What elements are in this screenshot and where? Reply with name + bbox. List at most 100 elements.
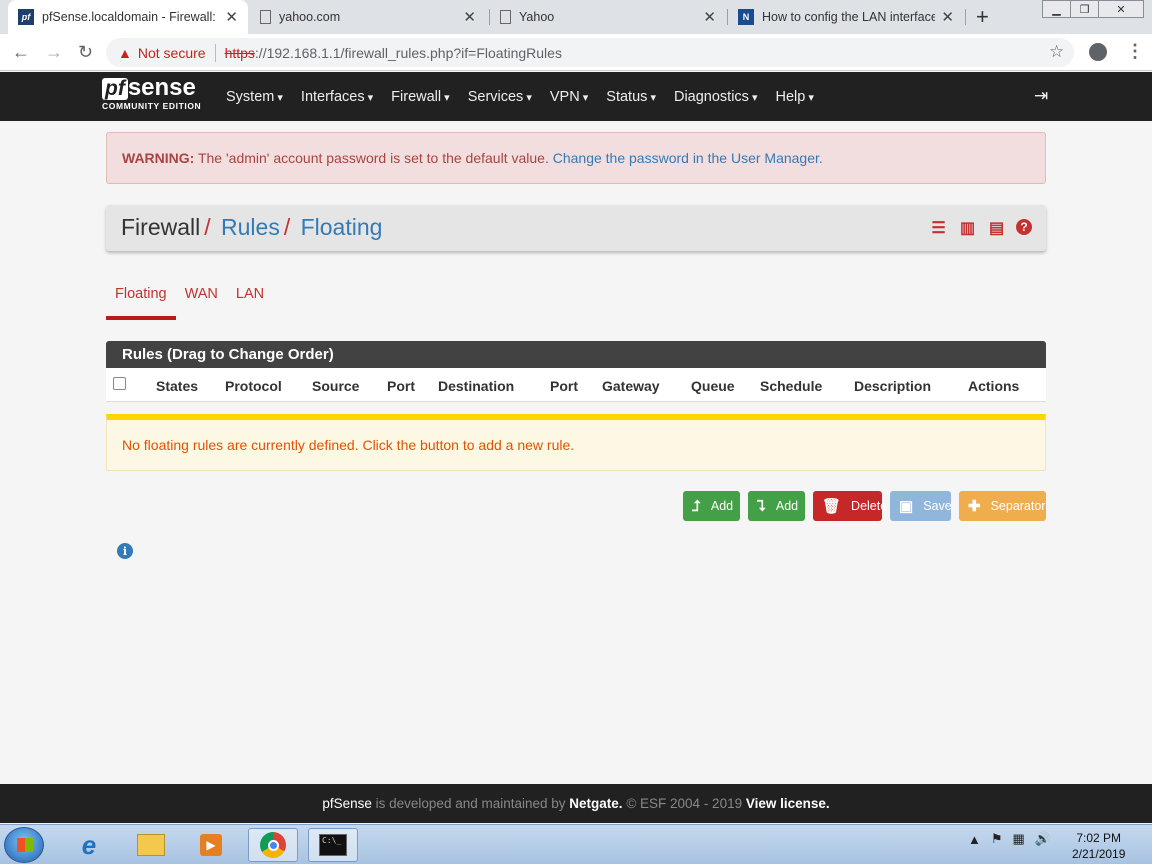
show-hidden-icons-icon[interactable]: ▲	[968, 832, 981, 847]
col-schedule: Schedule	[760, 378, 823, 394]
volume-icon[interactable]: 🔊	[1035, 831, 1051, 847]
add-rule-bottom-button[interactable]: ⮧ Add	[748, 491, 805, 521]
col-destination: Destination	[438, 378, 515, 394]
browser-tab-yahoo-com[interactable]: yahoo.com ✕	[250, 0, 486, 34]
menu-interfaces[interactable]: Interfaces	[301, 89, 373, 105]
forward-arrow-icon[interactable]: →	[45, 42, 63, 63]
browser-tab-lan-howto[interactable]: N How to config the LAN interface ✕	[728, 0, 964, 34]
view-license-link[interactable]: View license.	[746, 796, 830, 811]
log-list-icon[interactable]: ▤	[987, 218, 1006, 237]
footer-text: is developed and maintained by	[375, 796, 566, 811]
browser-toolbar: ← → ↻ ▲ Not secure https ://192.168.1.1/…	[0, 34, 1152, 71]
footer-company-link[interactable]: Netgate.	[569, 796, 622, 811]
system-tray: ▲ ⚑ ▦ 🔊	[968, 831, 1051, 847]
close-window-icon[interactable]: ✕	[1098, 0, 1144, 18]
profile-avatar-icon[interactable]	[1089, 43, 1107, 61]
command-prompt-icon[interactable]: C:\_	[308, 828, 358, 862]
tab-lan[interactable]: LAN	[227, 282, 273, 320]
col-gateway: Gateway	[602, 378, 660, 394]
floppy-disk-icon: ▣	[899, 498, 914, 515]
logout-icon[interactable]: ⇥	[1034, 86, 1048, 106]
windows-taskbar: e ▶ C:\_ ▲ ⚑ ▦ 🔊 7:02 PM 2/21/2019	[0, 824, 1152, 864]
rules-panel: Rules (Drag to Change Order) States Prot…	[106, 341, 1046, 402]
chrome-icon[interactable]	[248, 828, 298, 862]
footer-product[interactable]: pfSense	[322, 796, 372, 811]
security-label[interactable]: Not secure	[138, 45, 206, 61]
button-label: Separator	[990, 499, 1046, 513]
col-protocol: Protocol	[225, 378, 282, 394]
clock-date: 2/21/2019	[1072, 847, 1126, 861]
logo-edition: COMMUNITY EDITION	[102, 101, 202, 111]
rules-table-header: States Protocol Source Port Destination …	[106, 368, 1046, 402]
minimize-icon[interactable]: ▁	[1042, 0, 1071, 18]
menu-diagnostics[interactable]: Diagnostics	[674, 89, 758, 105]
close-tab-icon[interactable]: ✕	[225, 8, 238, 26]
warning-label: WARNING:	[122, 150, 195, 166]
col-description: Description	[854, 378, 932, 394]
info-icon[interactable]: i	[117, 543, 133, 559]
page-header: Firewall / Rules / Floating ☰ ▥ ▤ ?	[106, 205, 1046, 251]
warning-triangle-icon[interactable]: ▲	[118, 45, 132, 61]
save-button[interactable]: ▣ Save	[890, 491, 952, 521]
col-states: States	[156, 378, 199, 394]
bookmark-star-icon[interactable]: ☆	[1049, 42, 1064, 62]
pfsense-logo[interactable]: pf sense COMMUNITY EDITION	[102, 74, 202, 111]
tab-divider	[965, 9, 966, 25]
url-text: ://192.168.1.1/firewall_rules.php?if=Flo…	[254, 44, 562, 61]
main-menu: System Interfaces Firewall Services VPN …	[226, 72, 832, 121]
breadcrumb-floating[interactable]: Floating	[301, 214, 383, 240]
header-shortcuts: ☰ ▥ ▤ ?	[929, 218, 1032, 237]
col-port: Port	[550, 378, 578, 394]
tab-title: pfSense.localdomain - Firewall: R	[42, 10, 220, 24]
default-password-warning: WARNING: The 'admin' account password is…	[106, 132, 1046, 184]
close-tab-icon[interactable]: ✕	[703, 8, 716, 26]
tab-floating[interactable]: Floating	[106, 282, 176, 320]
taskbar-clock[interactable]: 7:02 PM 2/21/2019	[1072, 830, 1125, 862]
address-bar[interactable]: ▲ Not secure https ://192.168.1.1/firewa…	[106, 38, 1074, 67]
start-button-icon[interactable]	[4, 827, 44, 863]
pfsense-navbar: pfsense COMMUNITY EDITION System Interfa…	[0, 72, 1152, 121]
media-player-icon[interactable]: ▶	[186, 828, 236, 862]
select-all-checkbox[interactable]	[113, 377, 126, 390]
menu-firewall[interactable]: Firewall	[391, 89, 450, 105]
menu-help[interactable]: Help	[776, 89, 814, 105]
help-icon[interactable]: ?	[1016, 219, 1032, 235]
clock-time: 7:02 PM	[1076, 831, 1122, 845]
footer-copyright: © ESF 2004 - 2019	[626, 796, 743, 811]
col-actions: Actions	[968, 378, 1020, 394]
page-icon	[500, 10, 511, 24]
sliders-icon[interactable]: ☰	[929, 218, 948, 237]
breadcrumb-rules[interactable]: Rules	[221, 214, 280, 240]
new-tab-button[interactable]: +	[976, 4, 989, 30]
browser-tab-pfsense[interactable]: pf pfSense.localdomain - Firewall: R ✕	[8, 0, 248, 34]
arrow-up-icon: ⮥	[692, 497, 701, 515]
user-manager-link[interactable]: Change the password in the User Manager.	[553, 150, 823, 166]
action-center-flag-icon[interactable]: ⚑	[991, 831, 1003, 847]
back-arrow-icon[interactable]: ←	[12, 42, 30, 63]
menu-vpn[interactable]: VPN	[550, 89, 588, 105]
separator-button[interactable]: ✚ Separator	[959, 491, 1046, 521]
file-explorer-icon[interactable]	[126, 828, 176, 862]
browser-tab-yahoo[interactable]: Yahoo ✕	[490, 0, 726, 34]
browser-menu-icon[interactable]: ⋮	[1126, 41, 1144, 62]
tab-wan[interactable]: WAN	[176, 282, 227, 320]
browser-tab-strip: pf pfSense.localdomain - Firewall: R ✕ y…	[0, 0, 1152, 34]
bar-chart-icon[interactable]: ▥	[958, 218, 977, 237]
window-controls: ▁ ❐ ✕	[1042, 0, 1144, 18]
add-rule-top-button[interactable]: ⮥ Add	[683, 491, 740, 521]
menu-system[interactable]: System	[226, 89, 283, 105]
pfsense-favicon: pf	[18, 9, 34, 25]
internet-explorer-icon[interactable]: e	[64, 828, 114, 862]
close-tab-icon[interactable]: ✕	[463, 8, 476, 26]
button-label: Delete	[851, 499, 888, 513]
logo-sense: sense	[127, 74, 196, 101]
menu-status[interactable]: Status	[606, 89, 656, 105]
delete-button[interactable]: 🗑 Delete	[813, 491, 887, 521]
maximize-icon[interactable]: ❐	[1070, 0, 1099, 18]
reload-icon[interactable]: ↻	[78, 42, 93, 63]
col-source: Source	[312, 378, 360, 394]
close-tab-icon[interactable]: ✕	[941, 8, 954, 26]
network-icon[interactable]: ▦	[1013, 831, 1025, 847]
menu-services[interactable]: Services	[468, 89, 532, 105]
panel-title: Rules (Drag to Change Order)	[106, 341, 1046, 368]
